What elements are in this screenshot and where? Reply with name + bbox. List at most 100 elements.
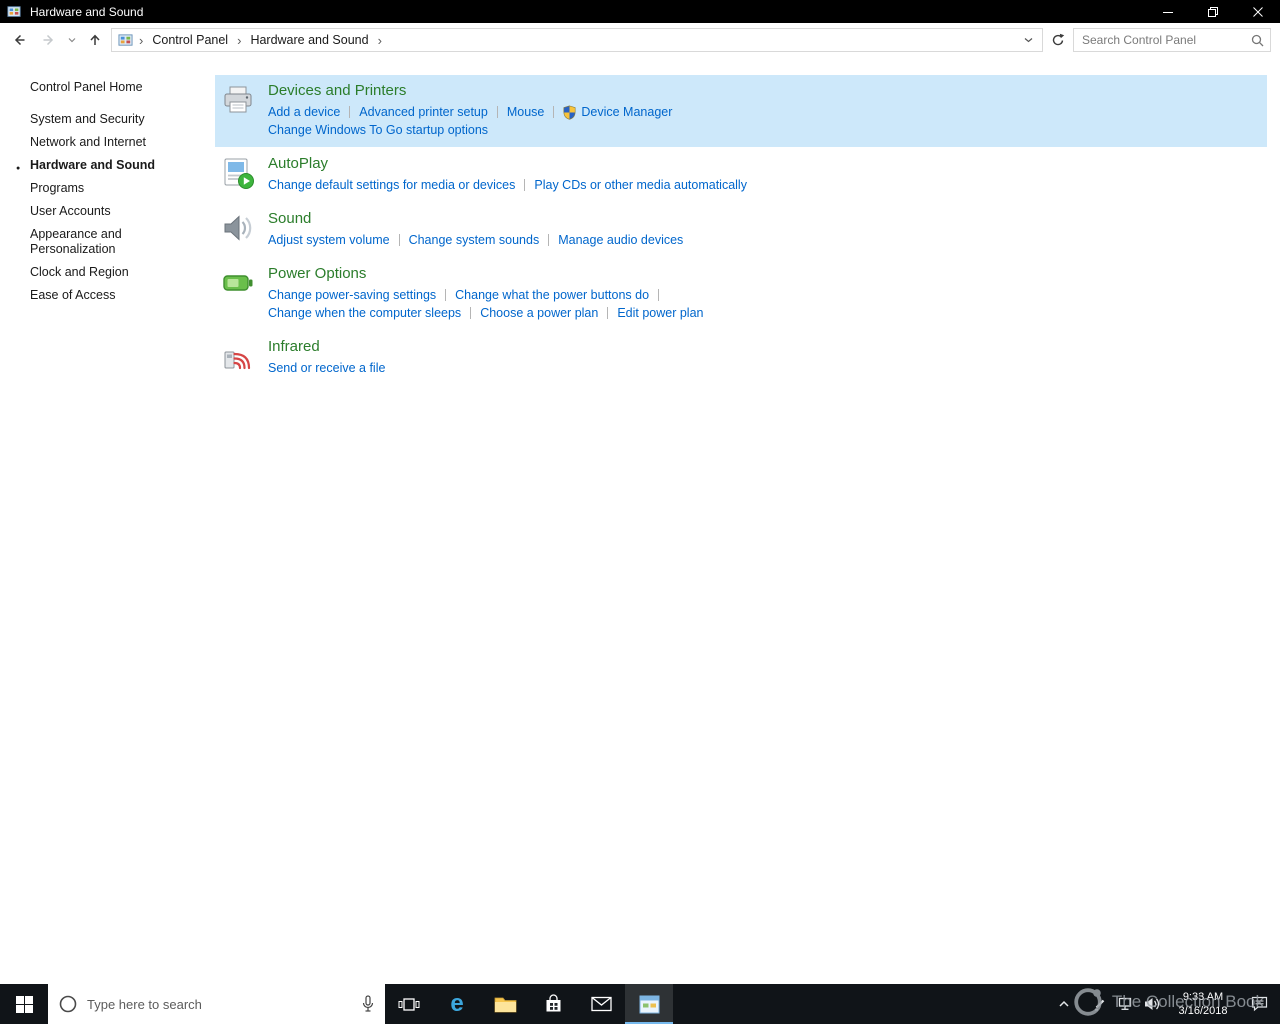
- tray-pen-icon[interactable]: [1088, 984, 1112, 1024]
- section-infrared: Infrared Send or receive a file: [215, 331, 1267, 385]
- search-icon[interactable]: [1251, 34, 1264, 47]
- section-title-power-options[interactable]: Power Options: [268, 263, 704, 284]
- section-title-devices-and-printers[interactable]: Devices and Printers: [268, 80, 672, 101]
- printer-icon[interactable]: [221, 83, 255, 117]
- titlebar: Hardware and Sound: [0, 0, 1280, 23]
- address-bar[interactable]: › Control Panel › Hardware and Sound ›: [111, 28, 1043, 52]
- link-row: Send or receive a file: [268, 359, 385, 377]
- link-manage-audio-devices[interactable]: Manage audio devices: [558, 231, 683, 249]
- sidebar-item-user-accounts[interactable]: User Accounts: [30, 204, 205, 219]
- section-title-infrared[interactable]: Infrared: [268, 336, 385, 357]
- link-advanced-printer-setup[interactable]: Advanced printer setup: [359, 103, 488, 121]
- sidebar-item-system-and-security[interactable]: System and Security: [30, 112, 205, 127]
- network-icon: [1118, 997, 1135, 1011]
- sidebar: Control Panel Home System and Security Ne…: [0, 57, 215, 984]
- start-button[interactable]: [0, 984, 48, 1024]
- link-add-a-device[interactable]: Add a device: [268, 103, 340, 121]
- link-separator: [496, 106, 498, 118]
- link-change-default-settings-for-media-or-devices[interactable]: Change default settings for media or dev…: [268, 176, 515, 194]
- link-row: Change when the computer sleeps Choose a …: [268, 304, 704, 322]
- taskbar-app-mail[interactable]: [577, 984, 625, 1024]
- link-edit-power-plan[interactable]: Edit power plan: [617, 304, 703, 322]
- restore-button[interactable]: [1190, 0, 1235, 23]
- tray-network-icon[interactable]: [1114, 984, 1138, 1024]
- control-panel-icon: [639, 995, 660, 1014]
- link-send-or-receive-a-file[interactable]: Send or receive a file: [268, 359, 385, 377]
- tray-hidden-icons-chevron-icon[interactable]: [1052, 984, 1076, 1024]
- search-input[interactable]: [1082, 33, 1251, 47]
- sidebar-item-appearance-and-personalization[interactable]: Appearance and Personalization: [30, 227, 205, 257]
- infrared-icon[interactable]: [221, 339, 255, 373]
- sound-icon[interactable]: [221, 211, 255, 245]
- section-title-autoplay[interactable]: AutoPlay: [268, 153, 747, 174]
- window-body: Control Panel Home System and Security Ne…: [0, 57, 1280, 984]
- breadcrumb-chevron-icon[interactable]: ›: [376, 33, 384, 48]
- taskbar-clock[interactable]: 9:33 AM 3/16/2018: [1168, 984, 1238, 1024]
- link-choose-a-power-plan[interactable]: Choose a power plan: [480, 304, 598, 322]
- action-center-button[interactable]: [1238, 984, 1280, 1024]
- taskbar-search-input[interactable]: [87, 996, 352, 1012]
- section-autoplay: AutoPlay Change default settings for medi…: [215, 148, 1267, 202]
- link-change-system-sounds[interactable]: Change system sounds: [409, 231, 540, 249]
- section-title-sound[interactable]: Sound: [268, 208, 683, 229]
- action-center-icon: [1251, 996, 1268, 1012]
- link-play-cds-or-other-media-automatically[interactable]: Play CDs or other media automatically: [534, 176, 747, 194]
- link-change-what-the-power-buttons-do[interactable]: Change what the power buttons do: [455, 286, 649, 304]
- cortana-icon: [58, 994, 78, 1014]
- mail-icon: [590, 996, 612, 1012]
- close-button[interactable]: [1235, 0, 1280, 23]
- window-icon: [7, 5, 21, 19]
- link-change-power-saving-settings[interactable]: Change power-saving settings: [268, 286, 436, 304]
- tray-volume-icon[interactable]: [1140, 984, 1164, 1024]
- sidebar-control-panel-home[interactable]: Control Panel Home: [30, 80, 205, 95]
- window-title: Hardware and Sound: [30, 4, 144, 19]
- search-box: [1073, 28, 1271, 52]
- sidebar-item-hardware-and-sound[interactable]: Hardware and Sound: [16, 158, 205, 176]
- windows-logo-icon: [15, 995, 33, 1013]
- breadcrumb-chevron-icon[interactable]: ›: [235, 33, 243, 48]
- section-devices-and-printers: Devices and Printers Add a device Advanced…: [215, 75, 1267, 147]
- link-separator: [470, 307, 472, 319]
- link-change-when-the-computer-sleeps[interactable]: Change when the computer sleeps: [268, 304, 461, 322]
- link-adjust-system-volume[interactable]: Adjust system volume: [268, 231, 390, 249]
- sidebar-item-programs[interactable]: Programs: [30, 181, 205, 196]
- up-button[interactable]: [81, 27, 108, 54]
- microphone-icon[interactable]: [361, 995, 375, 1013]
- link-mouse[interactable]: Mouse: [507, 103, 545, 121]
- link-separator: [548, 234, 550, 246]
- link-row: Add a device Advanced printer setup Mouse D…: [268, 103, 672, 121]
- taskbar-app-microsoft-edge[interactable]: e: [433, 984, 481, 1024]
- taskbar-app-task-view[interactable]: [385, 984, 433, 1024]
- link-change-windows-to-go-startup-options[interactable]: Change Windows To Go startup options: [268, 121, 488, 139]
- tray-icons: [1052, 984, 1164, 1024]
- sidebar-item-clock-and-region[interactable]: Clock and Region: [30, 265, 205, 280]
- sidebar-item-ease-of-access[interactable]: Ease of Access: [30, 288, 205, 303]
- link-separator: [349, 106, 351, 118]
- link-separator: [553, 106, 555, 118]
- window-controls: [1145, 0, 1280, 23]
- minimize-button[interactable]: [1145, 0, 1190, 23]
- link-row: Change default settings for media or dev…: [268, 176, 747, 194]
- taskbar-apps: e: [385, 984, 673, 1024]
- back-button[interactable]: [5, 27, 32, 54]
- forward-button[interactable]: [35, 27, 62, 54]
- link-separator: [658, 289, 660, 301]
- refresh-button[interactable]: [1046, 28, 1070, 52]
- taskbar-app-control-panel[interactable]: [625, 984, 673, 1024]
- link-device-manager[interactable]: Device Manager: [563, 103, 672, 121]
- section-sound: Sound Adjust system volume Change system s…: [215, 203, 1267, 257]
- breadcrumb-control-panel[interactable]: Control Panel: [147, 33, 233, 47]
- section-body: Infrared Send or receive a file: [268, 336, 385, 377]
- recent-locations-dropdown-icon[interactable]: [65, 27, 78, 54]
- autoplay-icon[interactable]: [221, 156, 255, 190]
- taskbar-app-microsoft-store[interactable]: [529, 984, 577, 1024]
- address-dropdown-icon[interactable]: [1019, 37, 1038, 43]
- taskbar: e 9:33 AM 3/16/2018: [0, 984, 1280, 1024]
- sidebar-item-network-and-internet[interactable]: Network and Internet: [30, 135, 205, 150]
- link-separator: [445, 289, 447, 301]
- breadcrumb-hardware-and-sound[interactable]: Hardware and Sound: [245, 33, 373, 47]
- power-icon[interactable]: [221, 266, 255, 300]
- taskbar-app-file-explorer[interactable]: [481, 984, 529, 1024]
- sidebar-items: System and Security Network and Internet H…: [16, 112, 205, 303]
- breadcrumb-chevron-icon[interactable]: ›: [137, 33, 145, 48]
